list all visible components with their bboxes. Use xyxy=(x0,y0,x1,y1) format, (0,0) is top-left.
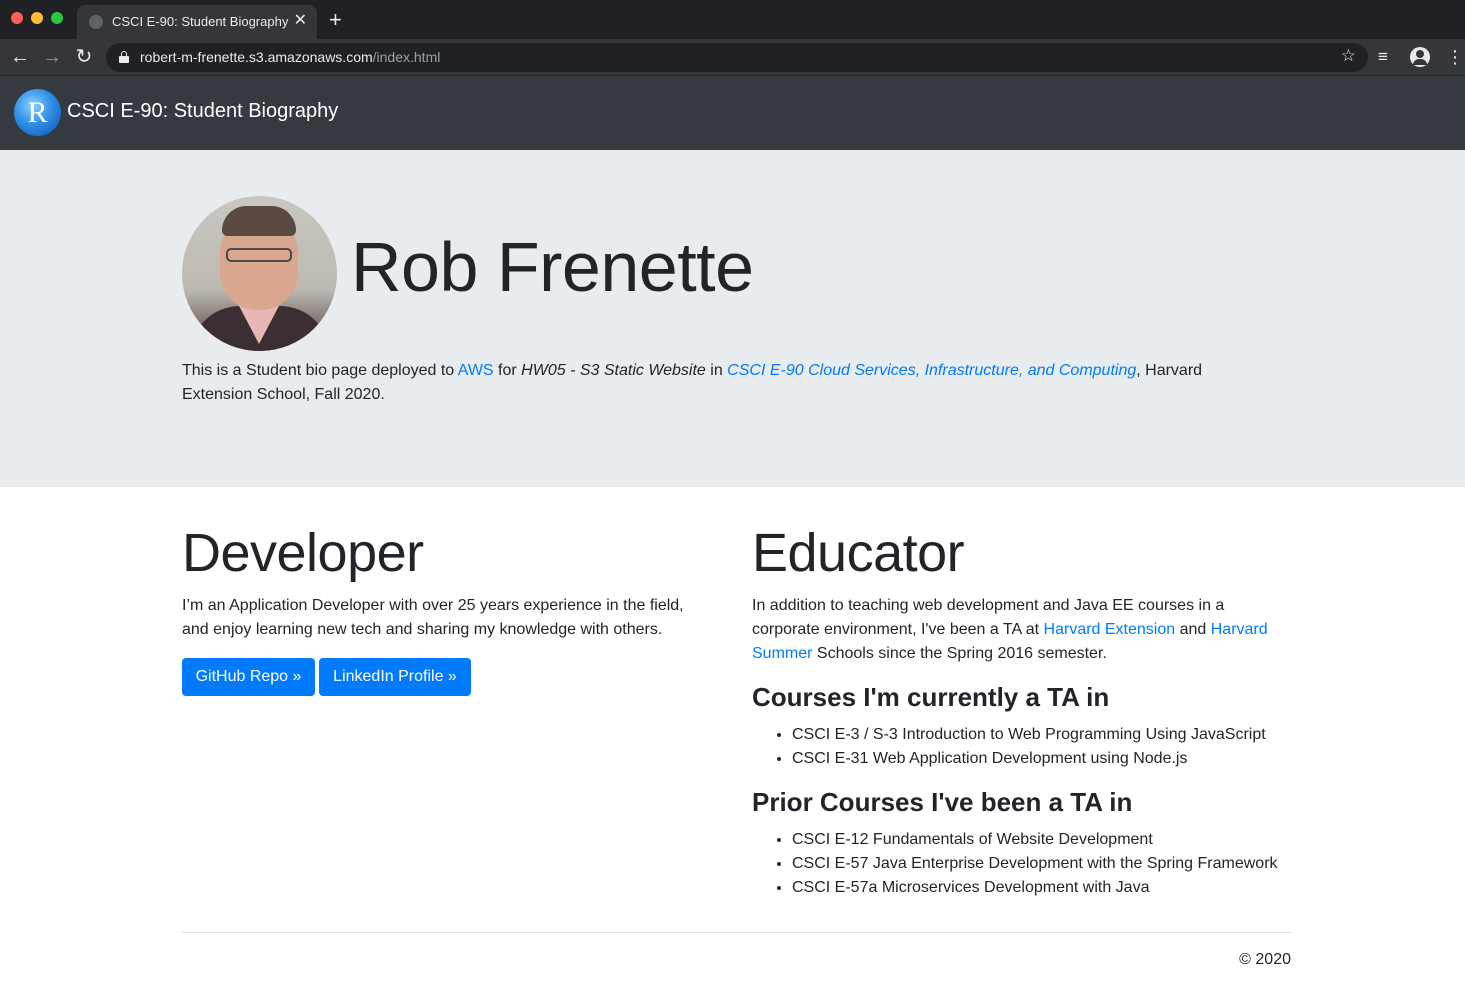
lock-icon[interactable] xyxy=(119,51,129,63)
new-tab-button[interactable]: + xyxy=(329,8,342,32)
intro-prefix: This is a Student bio page deployed to xyxy=(182,362,458,379)
course-link-text: CSCI E-90 Cloud Services, Infrastructure… xyxy=(727,362,1137,379)
list-item: CSCI E-57a Microservices Development wit… xyxy=(792,876,1278,900)
list-item: CSCI E-31 Web Application Development us… xyxy=(792,747,1266,771)
hero-name: Rob Frenette xyxy=(351,228,754,306)
current-courses-list: CSCI E-3 / S-3 Introduction to Web Progr… xyxy=(792,723,1266,771)
globe-icon xyxy=(89,15,103,29)
more-menu-icon[interactable]: ⋮ xyxy=(1446,45,1464,69)
intro-for: for xyxy=(493,362,522,379)
intro-in: in xyxy=(705,362,728,379)
course-link[interactable]: CSCI E-90 Cloud Services, Infrastructure… xyxy=(727,362,1136,379)
developer-title: Developer xyxy=(182,523,424,583)
educator-title: Educator xyxy=(752,523,965,583)
github-repo-button[interactable]: GitHub Repo » xyxy=(182,658,315,696)
bookmark-star-icon[interactable]: ☆ xyxy=(1341,46,1356,66)
profile-photo xyxy=(182,196,337,351)
reload-icon[interactable]: ↻ xyxy=(72,45,96,69)
r-logo-icon[interactable]: R xyxy=(14,89,61,136)
educator-text-line2: corporate environment, I've been a TA at xyxy=(752,621,1044,638)
educator-text-line1: In addition to teaching web development … xyxy=(752,597,1225,614)
list-item: CSCI E-12 Fundamentals of Website Develo… xyxy=(792,828,1278,852)
minimize-window-button[interactable] xyxy=(31,12,43,24)
linkedin-profile-button[interactable]: LinkedIn Profile » xyxy=(319,658,471,696)
hero-intro: This is a Student bio page deployed to A… xyxy=(182,359,1242,407)
url-host: robert-m-frenette.s3.amazonaws.com xyxy=(140,49,373,65)
educator-text-and: and xyxy=(1175,621,1211,638)
developer-text: I’m an Application Developer with over 2… xyxy=(182,594,684,642)
harvard-summer-link-part2[interactable]: Summer xyxy=(752,645,812,662)
site-navbar: R CSCI E-90: Student Biography xyxy=(0,76,1465,150)
maximize-window-button[interactable] xyxy=(51,12,63,24)
address-bar[interactable]: robert-m-frenette.s3.amazonaws.com/index… xyxy=(106,43,1368,72)
list-item: CSCI E-3 / S-3 Introduction to Web Progr… xyxy=(792,723,1266,747)
tab-title: CSCI E-90: Student Biography xyxy=(112,14,289,29)
developer-text-line2: and enjoy learning new tech and sharing … xyxy=(182,621,663,638)
browser-tab-active[interactable]: CSCI E-90: Student Biography ✕ xyxy=(77,5,317,39)
harvard-summer-link-part1[interactable]: Harvard xyxy=(1211,621,1268,638)
navbar-brand[interactable]: CSCI E-90: Student Biography xyxy=(67,100,338,123)
forward-arrow-icon[interactable]: → xyxy=(40,45,64,69)
assignment-name: HW05 - S3 Static Website xyxy=(521,362,706,379)
browser-toolbar: ← → ↻ robert-m-frenette.s3.amazonaws.com… xyxy=(0,39,1465,76)
close-window-button[interactable] xyxy=(11,12,23,24)
url-path: /index.html xyxy=(372,49,441,65)
harvard-extension-link[interactable]: Harvard Extension xyxy=(1044,621,1176,638)
media-queue-icon[interactable]: ≡ xyxy=(1378,45,1388,69)
educator-text: In addition to teaching web development … xyxy=(752,594,1268,666)
tab-close-icon[interactable]: ✕ xyxy=(294,11,307,31)
developer-text-line1: I’m an Application Developer with over 2… xyxy=(182,597,684,614)
footer-divider xyxy=(182,932,1292,933)
url-text[interactable]: robert-m-frenette.s3.amazonaws.com/index… xyxy=(140,49,440,65)
browser-tab-bar: CSCI E-90: Student Biography ✕ + xyxy=(0,0,1465,39)
aws-link[interactable]: AWS xyxy=(458,362,494,379)
current-courses-title: Courses I'm currently a TA in xyxy=(752,682,1110,712)
list-item: CSCI E-57 Java Enterprise Development wi… xyxy=(792,852,1278,876)
prior-courses-list: CSCI E-12 Fundamentals of Website Develo… xyxy=(792,828,1278,900)
prior-courses-title: Prior Courses I've been a TA in xyxy=(752,787,1133,817)
footer-copyright: © 2020 xyxy=(1239,951,1291,968)
hero-section: Rob Frenette This is a Student bio page … xyxy=(0,150,1465,487)
account-icon[interactable] xyxy=(1410,47,1430,67)
back-arrow-icon[interactable]: ← xyxy=(8,45,32,69)
educator-text-line3: Schools since the Spring 2016 semester. xyxy=(812,645,1107,662)
